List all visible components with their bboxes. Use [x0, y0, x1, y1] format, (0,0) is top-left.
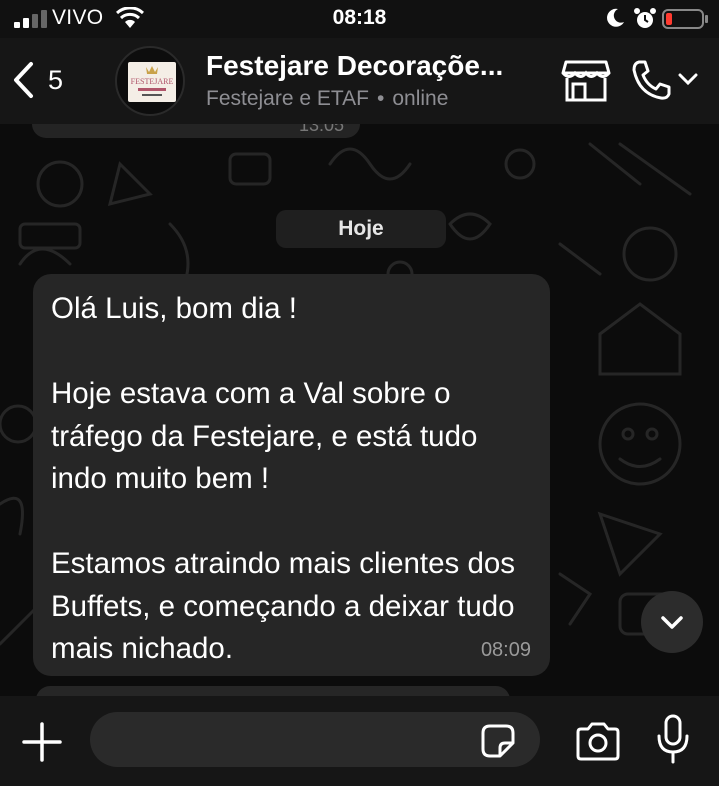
- sticker-icon[interactable]: [480, 723, 516, 759]
- message-input[interactable]: [90, 712, 540, 767]
- separator: •: [377, 87, 385, 110]
- moon-icon: [607, 8, 624, 27]
- shop-icon[interactable]: [560, 56, 612, 104]
- members-label: Festejare e ETAF: [206, 87, 369, 110]
- group-avatar[interactable]: FESTEJARE: [115, 46, 185, 116]
- plus-icon[interactable]: [20, 720, 64, 764]
- camera-icon[interactable]: [574, 720, 622, 762]
- chat-title[interactable]: Festejare Decoraçõe...: [206, 50, 546, 82]
- previous-message-time: 13:05: [298, 124, 344, 135]
- message-text: Olá Luis, bom dia ! Hoje estava com a Va…: [51, 292, 516, 665]
- phone-icon: [632, 60, 671, 100]
- previous-message-bubble[interactable]: 13:05: [32, 124, 360, 138]
- svg-text:FESTEJARE: FESTEJARE: [131, 77, 174, 86]
- unread-count: 5: [48, 64, 64, 95]
- chevron-left-icon: [14, 62, 33, 98]
- message-bubble[interactable]: Olá Luis, bom dia ! Hoje estava com a Va…: [33, 274, 550, 676]
- scroll-to-bottom-button[interactable]: [641, 591, 703, 653]
- chevron-down-icon: [661, 616, 683, 629]
- date-separator: Hoje: [276, 210, 446, 248]
- avatar-logo: FESTEJARE: [128, 62, 176, 102]
- online-status: online: [392, 87, 449, 110]
- back-button[interactable]: 5: [12, 58, 82, 102]
- chat-subtitle: Festejare e ETAF • online: [206, 87, 448, 111]
- status-bar: VIVO 08:18: [0, 0, 719, 38]
- chat-header: 5 FESTEJARE Festejare Decoraçõe... Feste…: [0, 38, 719, 124]
- battery-low-icon: [662, 9, 708, 29]
- next-message-bubble[interactable]: [36, 686, 510, 696]
- message-time: 08:09: [480, 639, 531, 661]
- chevron-down-icon: [678, 73, 698, 86]
- call-button[interactable]: [630, 58, 702, 102]
- chat-area[interactable]: 13:05 Hoje Olá Luis, bom dia ! Hoje esta…: [0, 124, 719, 696]
- input-bar: [0, 696, 719, 786]
- alarm-icon: [634, 8, 656, 28]
- microphone-icon[interactable]: [655, 714, 691, 766]
